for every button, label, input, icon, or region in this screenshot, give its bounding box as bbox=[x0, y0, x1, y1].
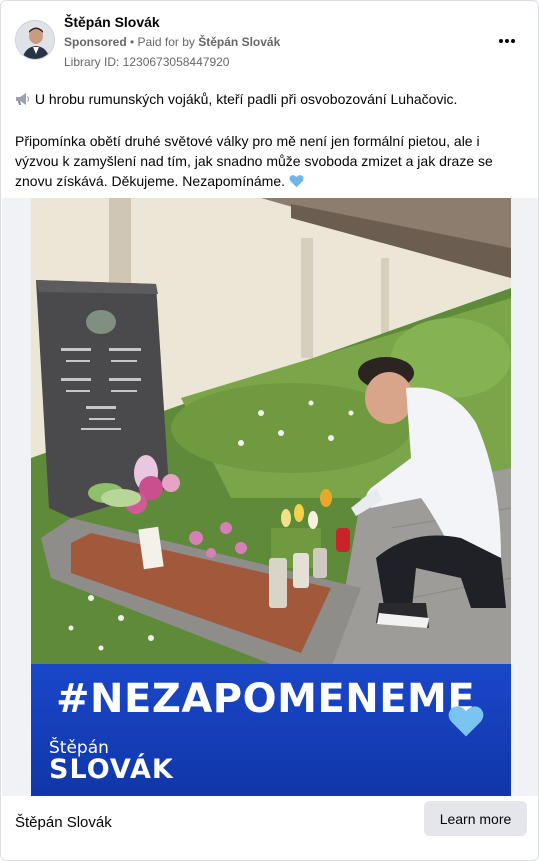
campaign-banner: #NEZAPOMENEME Štěpán SLOVÁK bbox=[31, 664, 511, 796]
post-line-1: U hrobu rumunských vojáků, kteří padli p… bbox=[34, 91, 458, 107]
ad-card: Štěpán Slovák Sponsored • Paid for by Št… bbox=[0, 0, 539, 861]
sponsored-label: Sponsored bbox=[64, 35, 127, 49]
payer-name[interactable]: Štěpán Slovák bbox=[198, 35, 280, 49]
blue-heart-icon bbox=[447, 704, 485, 738]
more-options-button[interactable] bbox=[493, 29, 521, 53]
more-horizontal-icon-dot bbox=[505, 39, 509, 43]
avatar[interactable] bbox=[15, 20, 55, 60]
profile-photo bbox=[16, 21, 54, 59]
megaphone-icon bbox=[15, 91, 31, 111]
ad-photo: #NEZAPOMENEME Štěpán SLOVÁK bbox=[31, 198, 511, 796]
footer-page-name: Štěpán Slovák bbox=[15, 814, 112, 831]
post-paragraph-2: Připomínka obětí druhé světové války pro… bbox=[15, 133, 493, 189]
separator: • bbox=[126, 35, 138, 49]
library-id: Library ID: 1230673058447920 bbox=[64, 55, 230, 69]
paid-for-prefix: Paid for by bbox=[137, 35, 199, 49]
post-text: U hrobu rumunských vojáků, kteří padli p… bbox=[15, 89, 527, 193]
banner-brand-last: SLOVÁK bbox=[49, 754, 174, 785]
learn-more-button[interactable]: Learn more bbox=[424, 801, 527, 836]
more-horizontal-icon-dot bbox=[511, 39, 516, 43]
more-horizontal-icon bbox=[498, 39, 503, 43]
ad-image-area[interactable]: #NEZAPOMENEME Štěpán SLOVÁK bbox=[2, 198, 538, 796]
banner-hashtag: #NEZAPOMENEME bbox=[56, 676, 476, 722]
page-name[interactable]: Štěpán Slovák bbox=[64, 14, 160, 30]
sponsored-line: Sponsored • Paid for by Štěpán Slovák bbox=[64, 35, 280, 49]
memorial-photo bbox=[31, 198, 511, 668]
blue-heart-icon bbox=[289, 173, 304, 193]
